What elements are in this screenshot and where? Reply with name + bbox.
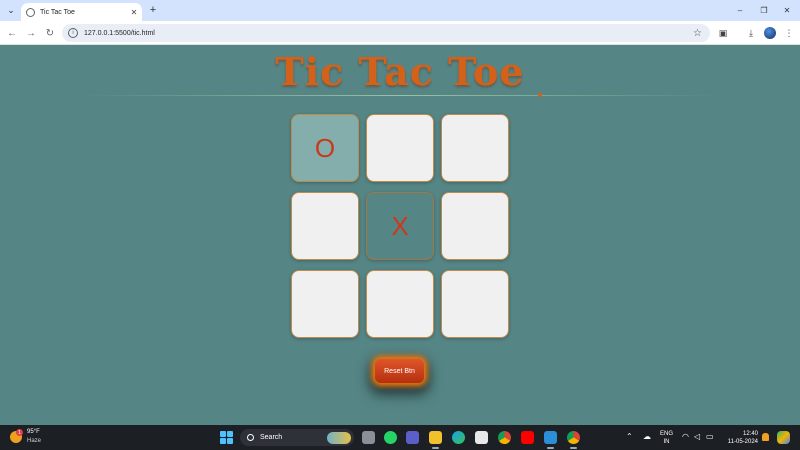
browser-tab[interactable]: Tic Tac Toe ✕ — [21, 3, 142, 21]
teams-icon[interactable] — [406, 431, 419, 444]
new-tab-icon[interactable]: + — [146, 3, 160, 17]
forward-arrow-icon[interactable]: → — [24, 26, 38, 40]
game-page: Tic Tac Toe O X Reset Btn — [0, 45, 800, 425]
volume-icon[interactable]: ◁ — [694, 432, 700, 441]
taskbar-search[interactable]: Search — [240, 429, 354, 446]
language-region: IN — [663, 439, 670, 445]
bookmark-star-icon[interactable]: ☆ — [693, 28, 702, 39]
tab-close-icon[interactable]: ✕ — [128, 8, 140, 17]
address-bar[interactable]: i 127.0.0.1:5500/tic.html ☆ — [62, 24, 710, 42]
title-divider — [80, 95, 720, 96]
divider-dot — [538, 93, 542, 97]
vscode-icon[interactable] — [544, 431, 557, 449]
clock-date: 11-05-2024 — [727, 439, 758, 445]
url-text[interactable]: 127.0.0.1:5500/tic.html — [84, 30, 693, 37]
board-cell-3[interactable] — [441, 114, 509, 182]
kebab-menu-icon[interactable]: ⋮ — [782, 26, 796, 40]
tab-search-chevron-icon[interactable]: ⌄ — [4, 3, 18, 17]
board-cell-2[interactable] — [366, 114, 434, 182]
file-explorer-icon[interactable] — [429, 431, 442, 449]
wifi-icon[interactable]: ◠ — [682, 432, 689, 441]
search-highlight-icon — [327, 431, 351, 444]
reload-icon[interactable]: ↻ — [43, 26, 57, 40]
weather-badge: 1 — [16, 429, 23, 436]
profile-avatar-icon[interactable] — [764, 27, 776, 39]
board-cell-7[interactable] — [291, 270, 359, 338]
board-cell-9[interactable] — [441, 270, 509, 338]
game-board: O X — [291, 114, 509, 339]
back-arrow-icon[interactable]: ← — [5, 26, 19, 40]
weather-condition[interactable]: Haze — [27, 438, 41, 444]
weather-temperature[interactable]: 95°F — [27, 429, 40, 435]
clock-time: 12:40 — [742, 431, 758, 437]
board-cell-8[interactable] — [366, 270, 434, 338]
windows-start-icon[interactable] — [220, 431, 233, 444]
page-title: Tic Tac Toe — [275, 49, 525, 94]
chrome-icon[interactable] — [498, 431, 511, 444]
download-icon[interactable]: ⤓ — [744, 26, 758, 40]
system-clock[interactable]: 12:40 11-05-2024 — [720, 430, 758, 446]
whatsapp-icon[interactable] — [384, 431, 397, 444]
task-view-icon[interactable] — [362, 431, 375, 444]
taskbar: 1 95°F Haze Search ⌃ ☁ ENG IN ◠ ◁ ▭ 12:4… — [0, 425, 800, 450]
board-cell-1[interactable]: O — [291, 114, 359, 182]
edge-icon[interactable] — [452, 431, 465, 444]
language-indicator[interactable]: ENG IN — [660, 430, 673, 446]
search-label: Search — [260, 434, 283, 441]
window-close-icon[interactable]: ✕ — [777, 2, 797, 18]
board-cell-5[interactable]: X — [366, 192, 434, 260]
browser-tab-strip: ⌄ Tic Tac Toe ✕ + – ❐ ✕ — [0, 0, 800, 21]
restore-icon[interactable]: ❐ — [754, 2, 774, 18]
chrome-active-icon[interactable] — [567, 431, 580, 449]
extensions-puzzle-icon[interactable]: ▣ — [716, 26, 730, 40]
notification-bell-icon[interactable] — [762, 433, 769, 441]
youtube-icon[interactable] — [521, 431, 534, 444]
language-code: ENG — [660, 431, 674, 437]
search-icon — [247, 434, 254, 441]
reset-button[interactable]: Reset Btn — [375, 359, 424, 383]
globe-icon — [26, 7, 35, 17]
browser-toolbar: ← → ↻ i 127.0.0.1:5500/tic.html ☆ ▣ ⤓ ⋮ — [0, 21, 800, 45]
battery-icon[interactable]: ▭ — [706, 432, 714, 441]
board-cell-4[interactable] — [291, 192, 359, 260]
tab-title: Tic Tac Toe — [40, 8, 75, 16]
tray-cloud-icon[interactable]: ☁ — [643, 432, 651, 441]
tray-chevron-up-icon[interactable]: ⌃ — [626, 432, 633, 441]
store-icon[interactable] — [475, 431, 488, 444]
minimize-icon[interactable]: – — [730, 2, 750, 18]
board-cell-6[interactable] — [441, 192, 509, 260]
copilot-icon[interactable] — [777, 431, 790, 444]
site-info-icon[interactable]: i — [68, 28, 78, 38]
